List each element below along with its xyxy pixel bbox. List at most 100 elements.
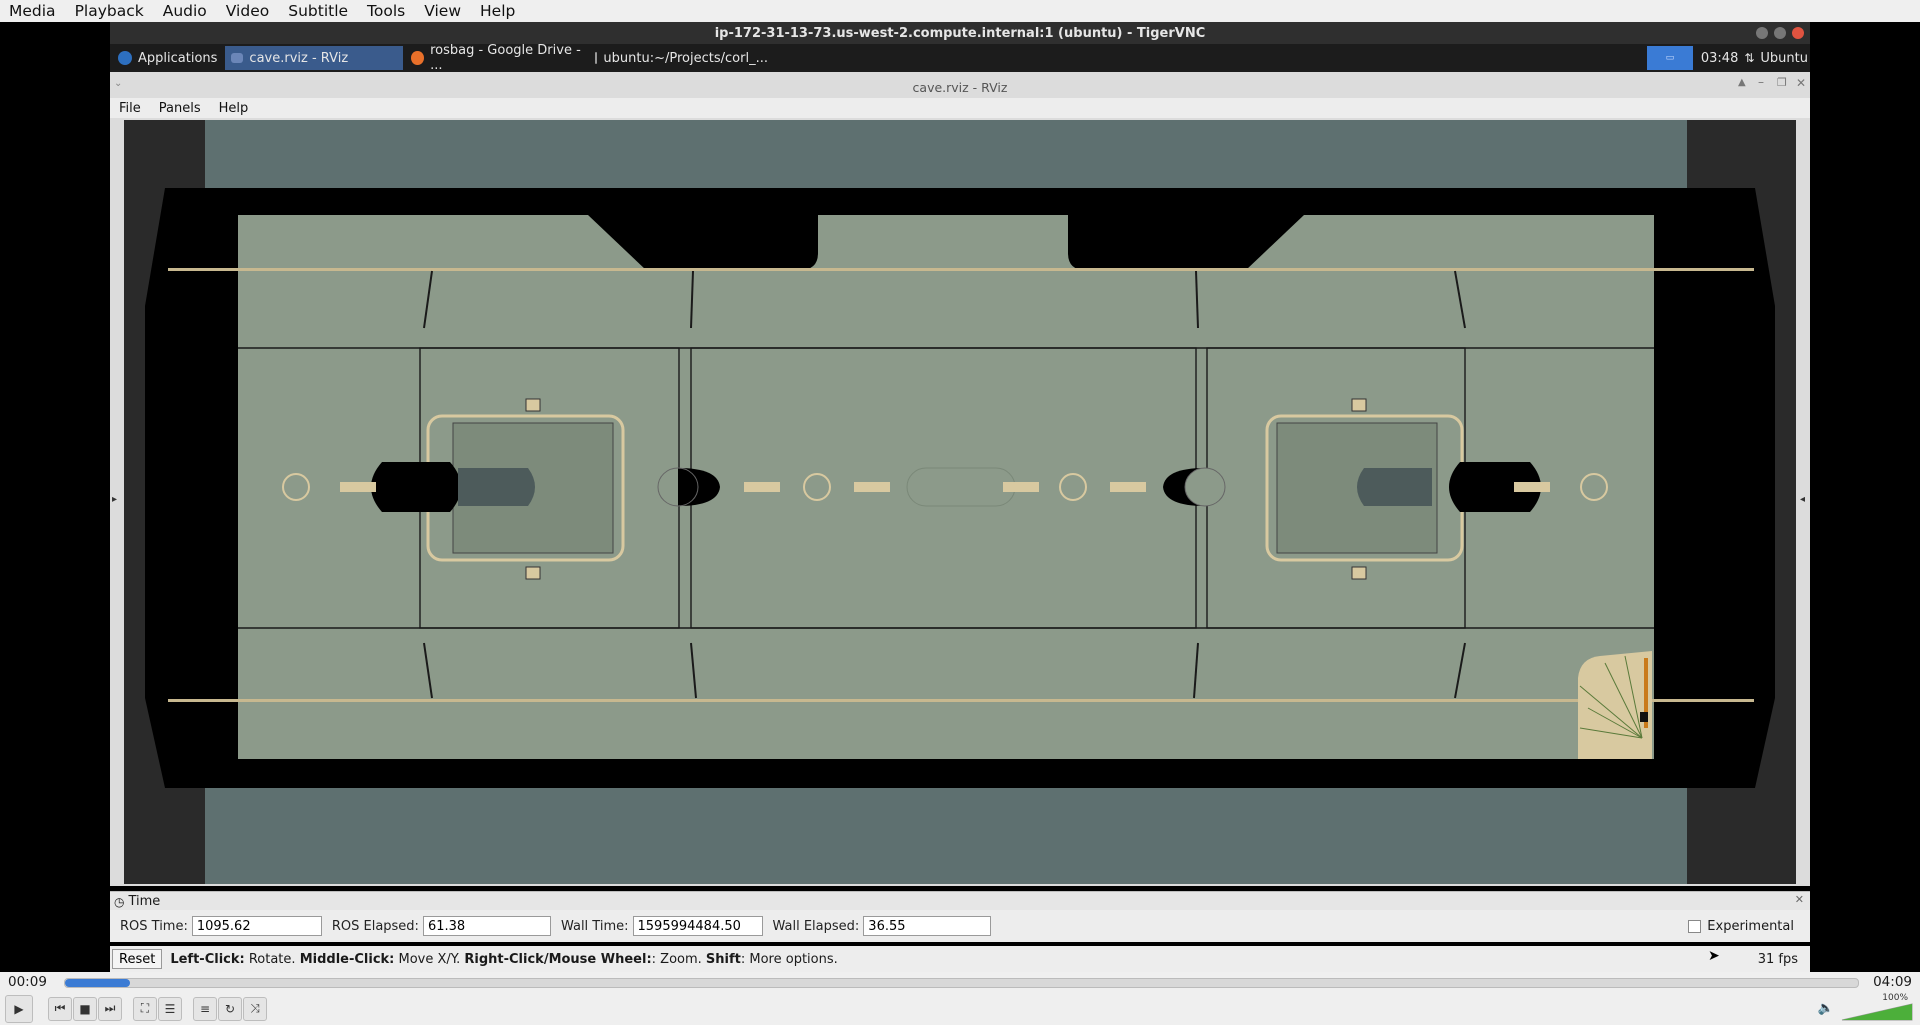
fps-counter: 31 fps [1757, 951, 1798, 967]
playlist-icon[interactable]: ≡ [193, 996, 217, 1021]
vnc-window-titlebar: ip-172-31-13-73.us-west-2.compute.intern… [110, 22, 1810, 44]
close-icon[interactable] [1792, 27, 1804, 39]
workspace-switcher[interactable]: ▭ [1646, 46, 1693, 70]
help-middle-click-text: Move X/Y. [398, 951, 461, 967]
task-firefox-label: rosbag - Google Drive - ... [430, 43, 581, 73]
time-panel: ROS Time: ROS Elapsed: Wall Time: Wall E… [110, 910, 1810, 942]
left-tunnel [371, 462, 461, 512]
applications-label: Applications [138, 50, 218, 66]
ros-time-label: ROS Time: [120, 918, 188, 934]
seek-bar[interactable] [64, 978, 1859, 988]
rviz-menu-file[interactable]: File [110, 101, 150, 116]
help-left-click: Left-Click: [170, 951, 245, 967]
help-right-click: Right-Click/Mouse Wheel: [464, 951, 652, 967]
vlc-seek-row: 00:09 04:09 [0, 972, 1920, 992]
menu-tools[interactable]: Tools [358, 2, 415, 20]
speaker-icon[interactable]: 🔈 [1818, 1001, 1834, 1016]
terminal-icon [595, 52, 598, 64]
volume-slider[interactable]: 100% [1840, 993, 1914, 1022]
task-firefox[interactable]: rosbag - Google Drive - ... [405, 43, 587, 73]
cave-scene [110, 118, 1810, 886]
menu-video[interactable]: Video [217, 2, 279, 20]
robot-scan-area [1578, 651, 1652, 759]
rail-bottom [168, 699, 1754, 702]
task-terminal[interactable]: ubuntu:~/Projects/corl_... [589, 46, 771, 70]
clock-icon: ◷ [114, 894, 125, 909]
xfce-mouse-icon [118, 51, 132, 65]
wall-time-field[interactable] [632, 916, 763, 936]
time-panel-title: Time [128, 894, 161, 909]
time-panel-close-icon[interactable]: ✕ [1795, 893, 1804, 906]
rviz-maximize-icon[interactable]: ❐ [1777, 76, 1787, 89]
elapsed-time: 00:09 [8, 974, 47, 990]
wall-elapsed-field[interactable] [863, 916, 992, 936]
seek-bar-fill [65, 979, 130, 987]
task-rviz-label: cave.rviz - RViz [249, 50, 349, 66]
shuffle-icon[interactable]: ⤨ [243, 996, 267, 1021]
workspace-thumbnail: ▭ [1665, 53, 1675, 63]
task-terminal-label: ubuntu:~/Projects/corl_... [603, 50, 768, 66]
extended-settings-icon[interactable]: ☰ [158, 996, 182, 1021]
right-tunnel-inner [1357, 468, 1432, 506]
help-shift: Shift [705, 951, 741, 967]
user-menu[interactable]: Ubuntu [1760, 51, 1808, 66]
previous-icon[interactable]: ⏮ [48, 996, 72, 1021]
time-panel-header: ◷ Time ✕ [110, 891, 1810, 911]
rviz-window-title: cave.rviz - RViz [912, 79, 1008, 95]
help-shift-text: : More options. [740, 951, 838, 967]
wall-time-label: Wall Time: [560, 918, 629, 934]
rviz-menu-help[interactable]: Help [210, 101, 258, 116]
ros-elapsed-field[interactable] [422, 916, 551, 936]
help-text: Left-Click: Rotate. Middle-Click: Move X… [170, 952, 837, 967]
fullscreen-icon[interactable]: ⛶ [133, 996, 157, 1021]
rviz-menu-panels[interactable]: Panels [150, 101, 210, 116]
menu-playback[interactable]: Playback [66, 2, 154, 20]
stop-icon[interactable]: ■ [73, 996, 97, 1021]
menu-view[interactable]: View [415, 2, 471, 20]
loop-icon[interactable]: ↻ [218, 996, 242, 1021]
status-bar: Reset Left-Click: Rotate. Middle-Click: … [110, 946, 1810, 972]
rviz-3d-viewport[interactable] [110, 118, 1810, 886]
desktop-taskbar: Applications cave.rviz - RViz rosbag - G… [110, 43, 1810, 73]
maximize-icon[interactable] [1774, 27, 1786, 39]
wall-elapsed-label: Wall Elapsed: [772, 918, 860, 934]
experimental-label: Experimental [1707, 918, 1794, 934]
vlc-controls: ▶ ⏮ ■ ⏭ ⛶ ☰ ≡ ↻ ⤨ 🔈 100% [0, 992, 1920, 1025]
left-crate-bottom [525, 566, 541, 580]
left-tunnel-inner [458, 468, 535, 506]
ros-elapsed-label: ROS Elapsed: [331, 918, 419, 934]
rviz-menu-bar: File Panels Help [110, 98, 1810, 118]
firefox-icon [411, 51, 425, 65]
menu-audio[interactable]: Audio [154, 2, 217, 20]
menu-subtitle[interactable]: Subtitle [279, 2, 358, 20]
vlc-menu-bar: Media Playback Audio Video Subtitle Tool… [0, 0, 1920, 22]
left-dock-collapse-icon[interactable]: ▸ [112, 494, 117, 505]
right-dock-collapse-icon[interactable]: ◂ [1800, 494, 1805, 505]
right-crate-top [1351, 398, 1367, 412]
next-icon[interactable]: ⏭ [98, 996, 122, 1021]
rail-top [168, 268, 1754, 271]
minimize-icon[interactable] [1756, 27, 1768, 39]
right-crate-bottom [1351, 566, 1367, 580]
volume-wedge [1841, 1002, 1913, 1020]
applications-menu[interactable]: Applications [112, 46, 223, 70]
menu-media[interactable]: Media [0, 2, 66, 20]
experimental-checkbox[interactable] [1688, 919, 1702, 933]
rviz-icon [231, 53, 244, 63]
reset-button[interactable]: Reset [112, 949, 163, 969]
window-menu-icon[interactable]: ⌄ [114, 78, 122, 89]
vnc-window-title: ip-172-31-13-73.us-west-2.compute.intern… [714, 25, 1206, 41]
robot-body [1640, 712, 1648, 722]
left-crate-top [525, 398, 541, 412]
ros-time-field[interactable] [191, 916, 322, 936]
clock: 03:48 [1700, 50, 1739, 66]
keep-above-icon[interactable]: ▲ [1738, 77, 1746, 88]
play-icon[interactable]: ▶ [5, 994, 33, 1023]
menu-help[interactable]: Help [471, 2, 525, 20]
rviz-close-icon[interactable]: ✕ [1796, 76, 1806, 90]
help-middle-click: Middle-Click: [299, 951, 395, 967]
total-time: 04:09 [1873, 974, 1912, 990]
rviz-minimize-icon[interactable]: – [1758, 75, 1764, 89]
network-icon[interactable]: ⇅ [1744, 51, 1754, 65]
task-rviz[interactable]: cave.rviz - RViz [225, 46, 404, 70]
